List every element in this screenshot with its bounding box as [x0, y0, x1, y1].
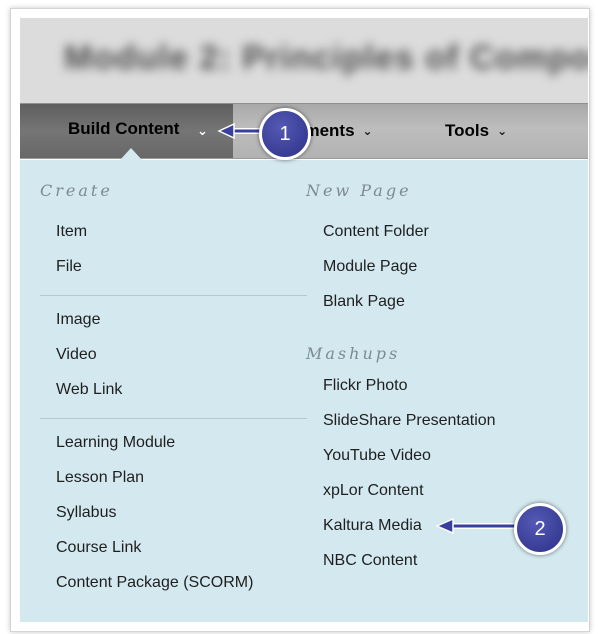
annotation-arrows: [217, 122, 521, 535]
callout-badge-1: 1: [259, 108, 311, 160]
callout-badge-2: 2: [514, 503, 566, 555]
arrow-1-head: [217, 122, 235, 140]
arrow-2-head: [435, 517, 454, 535]
